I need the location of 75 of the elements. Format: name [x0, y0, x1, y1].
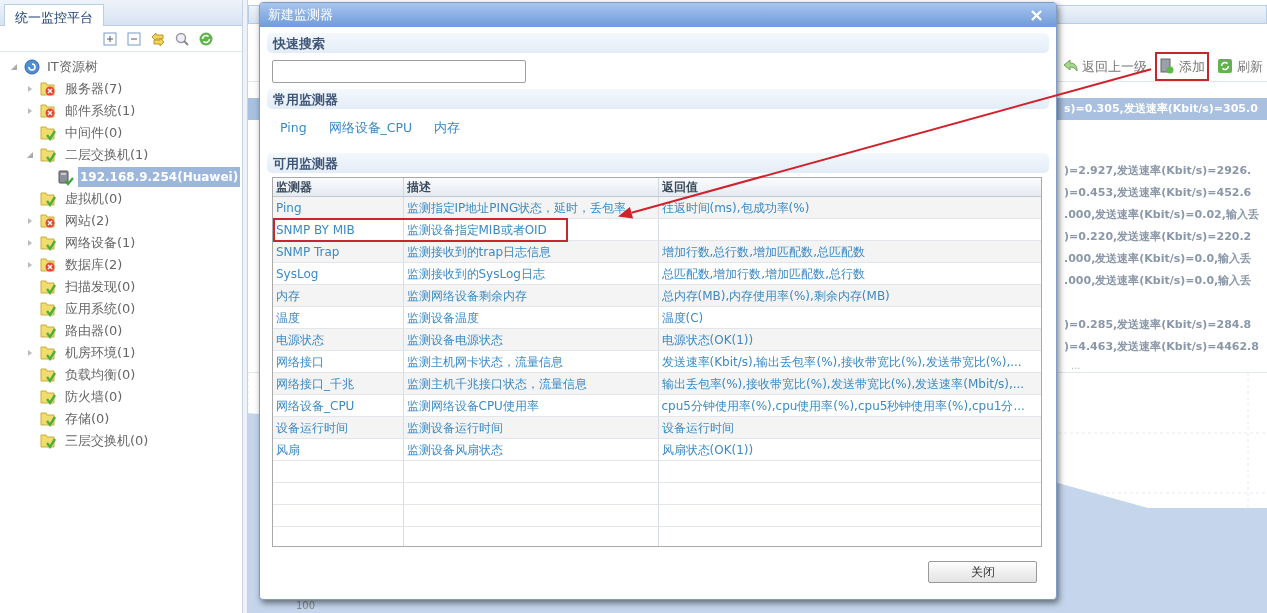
table-cell: 监测设备风扇状态	[403, 438, 658, 461]
table-cell: 监测设备温度	[403, 306, 658, 329]
table-cell: 电源状态(OK(1))	[658, 328, 1041, 351]
tree-item[interactable]: 三层交换机(0)	[62, 430, 152, 452]
tree-item[interactable]: 服务器(7)	[62, 78, 126, 100]
table-cell: 增加行数,总行数,增加匹配数,总匹配数	[658, 240, 1041, 263]
tree-item[interactable]: 网络设备(1)	[62, 232, 139, 254]
section-header: 可用监测器	[267, 153, 1049, 173]
table-cell: 设备运行时间	[658, 416, 1041, 439]
table-cell: 内存	[273, 284, 403, 307]
table-cell: 监测网络设备剩余内存	[403, 284, 658, 307]
refresh-icon[interactable]	[198, 30, 214, 47]
refresh-icon	[1217, 58, 1233, 75]
tree-item[interactable]: 邮件系统(1)	[62, 100, 139, 122]
tree-item[interactable]: 防火墙(0)	[62, 386, 126, 408]
search-field[interactable]	[272, 60, 526, 83]
panel-tab[interactable]: 统一监控平台	[4, 4, 104, 26]
table-cell: 输出丢包率(%),接收带宽比(%),发送带宽比(%),发送速率(Mbit/s),...	[658, 372, 1041, 395]
table-cell: 网络设备_CPU	[273, 394, 403, 417]
arrows-icon[interactable]	[150, 30, 166, 47]
tree-item[interactable]: 网站(2)	[62, 210, 113, 232]
close-button[interactable]: 关闭	[928, 561, 1037, 583]
table-cell: 温度(C)	[658, 306, 1041, 329]
tree-item[interactable]: 扫描发现(0)	[62, 276, 139, 298]
toolbar-button[interactable]: 刷新	[1213, 51, 1267, 81]
tree-item[interactable]: IT资源树	[44, 56, 101, 78]
table-cell: SNMP Trap	[273, 240, 403, 263]
table-cell: 网络接口	[273, 350, 403, 373]
table-cell: 监测主机千兆接口状态，流量信息	[403, 372, 658, 395]
monitor-link[interactable]: Ping	[280, 118, 307, 138]
plus-box-icon[interactable]	[102, 30, 118, 47]
table-cell: 总匹配数,增加行数,增加匹配数,总行数	[658, 262, 1041, 285]
tree-item[interactable]: 中间件(0)	[62, 122, 126, 144]
globe-icon	[24, 59, 40, 75]
table-cell: 风扇	[273, 438, 403, 461]
search-icon[interactable]	[174, 30, 190, 47]
tree-item[interactable]: 机房环境(1)	[62, 342, 139, 364]
table-cell: Ping	[273, 196, 403, 219]
column-header[interactable]: 监测器	[273, 178, 403, 197]
document-icon	[1159, 58, 1175, 75]
section-header: 快速搜索	[267, 33, 1049, 53]
table-cell: 风扇状态(OK(1))	[658, 438, 1041, 461]
section-header: 常用监测器	[267, 89, 1049, 109]
column-header[interactable]: 描述	[403, 178, 658, 197]
tree-item[interactable]: 数据库(2)	[62, 254, 126, 276]
toolbar-button[interactable]: 添加	[1155, 51, 1209, 81]
tree-item[interactable]: 二层交换机(1)	[62, 144, 152, 166]
column-header[interactable]: 返回值	[658, 178, 1041, 197]
monitor-link[interactable]: 网络设备_CPU	[328, 118, 413, 138]
tree-item[interactable]: 存储(0)	[62, 408, 113, 430]
tree-item[interactable]: 虚拟机(0)	[62, 188, 126, 210]
table-cell: 监测接收到的SysLog日志	[403, 262, 658, 285]
table-cell: 往返时间(ms),包成功率(%)	[658, 196, 1041, 219]
monitor-link[interactable]: 内存	[434, 118, 461, 138]
tree-item[interactable]: 负载均衡(0)	[62, 364, 139, 386]
table-cell: 网络接口_千兆	[273, 372, 403, 395]
table-cell: 设备运行时间	[273, 416, 403, 439]
tree-item[interactable]: 应用系统(0)	[62, 298, 139, 320]
table-cell: cpu5分钟使用率(%),cpu使用率(%),cpu5秒钟使用率(%),cpu1分...	[658, 394, 1041, 417]
table-cell: 监测设备运行时间	[403, 416, 658, 439]
dialog-title: 新建监测器	[268, 6, 333, 25]
axis-label: 100	[296, 599, 316, 613]
table-cell: 监测主机网卡状态，流量信息	[403, 350, 658, 373]
table-cell: SysLog	[273, 262, 403, 285]
table-cell: 总内存(MB),内存使用率(%),剩余内存(MB)	[658, 284, 1041, 307]
ellipsis-text: ...	[1071, 359, 1082, 372]
table-cell: 监测接收到的trap日志信息	[403, 240, 658, 263]
minus-box-icon[interactable]	[126, 30, 142, 47]
table-cell: 监测网络设备CPU使用率	[403, 394, 658, 417]
tree-item[interactable]: 路由器(0)	[62, 320, 126, 342]
table-cell: 监测设备电源状态	[403, 328, 658, 351]
table-cell: 温度	[273, 306, 403, 329]
table-cell: 电源状态	[273, 328, 403, 351]
table-cell: 发送速率(Kbit/s),输出丢包率(%),接收带宽比(%),发送带宽比(%),...	[658, 350, 1041, 373]
server-icon	[56, 168, 74, 186]
